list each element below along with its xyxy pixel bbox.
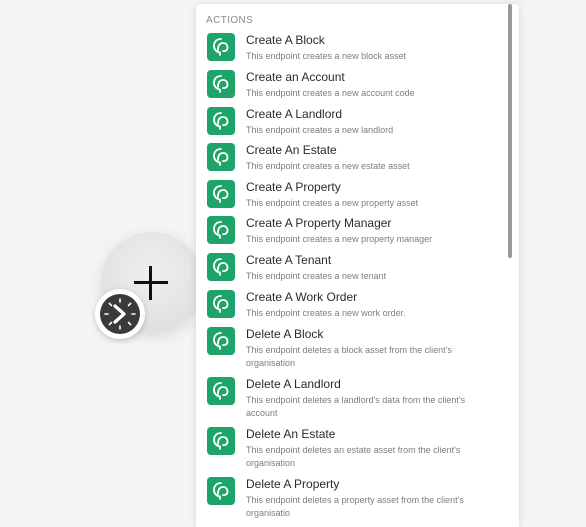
action-title: Delete A Block <box>246 327 324 341</box>
action-title: Create An Estate <box>246 143 337 157</box>
action-title: Create A Landlord <box>246 107 343 121</box>
action-title: Create an Account <box>246 70 345 84</box>
action-title: Create A Block <box>246 33 325 47</box>
action-description: This endpoint deletes a landlord's data … <box>246 395 466 418</box>
scrollbar[interactable] <box>508 4 512 258</box>
app-logo-icon <box>207 180 235 208</box>
action-title: Create A Work Order <box>246 290 358 304</box>
app-logo-icon <box>207 427 235 455</box>
action-description: This endpoint creates a new estate asset <box>246 161 410 171</box>
action-title: Delete A Landlord <box>246 377 341 391</box>
action-description: This endpoint deletes a block asset from… <box>246 345 452 368</box>
app-logo-icon <box>207 107 235 135</box>
action-title: Delete An Estate <box>246 427 336 441</box>
action-title: Delete A Property <box>246 477 340 491</box>
app-logo-icon <box>207 216 235 244</box>
action-description: This endpoint creates a new tenant <box>246 271 387 281</box>
action-description: This endpoint deletes a property asset f… <box>246 495 464 518</box>
app-logo-icon <box>207 290 235 318</box>
actions-panel: ACTIONS Create A Block This endpoint crea… <box>196 4 519 527</box>
app-logo-icon <box>207 377 235 405</box>
section-title: ACTIONS <box>206 15 254 26</box>
action-description: This endpoint deletes an estate asset fr… <box>246 445 461 468</box>
clock-icon[interactable] <box>100 294 140 334</box>
action-description: This endpoint creates a new property ass… <box>246 198 419 208</box>
action-description: This endpoint creates a new landlord <box>246 125 394 135</box>
app-logo-icon <box>207 70 235 98</box>
action-title: Create A Property Manager <box>246 216 392 230</box>
action-description: This endpoint creates a new property man… <box>246 234 433 244</box>
action-description: This endpoint creates a new block asset <box>246 51 407 61</box>
app-logo-icon <box>207 477 235 505</box>
action-title: Create A Tenant <box>246 253 332 267</box>
app-logo-icon <box>207 143 235 171</box>
action-description: This endpoint creates a new account code <box>246 88 415 98</box>
action-title: Create A Property <box>246 180 341 194</box>
app-logo-icon <box>207 253 235 281</box>
action-description: This endpoint creates a new work order. <box>246 308 406 318</box>
app-logo-icon <box>207 327 235 355</box>
app-logo-icon <box>207 33 235 61</box>
